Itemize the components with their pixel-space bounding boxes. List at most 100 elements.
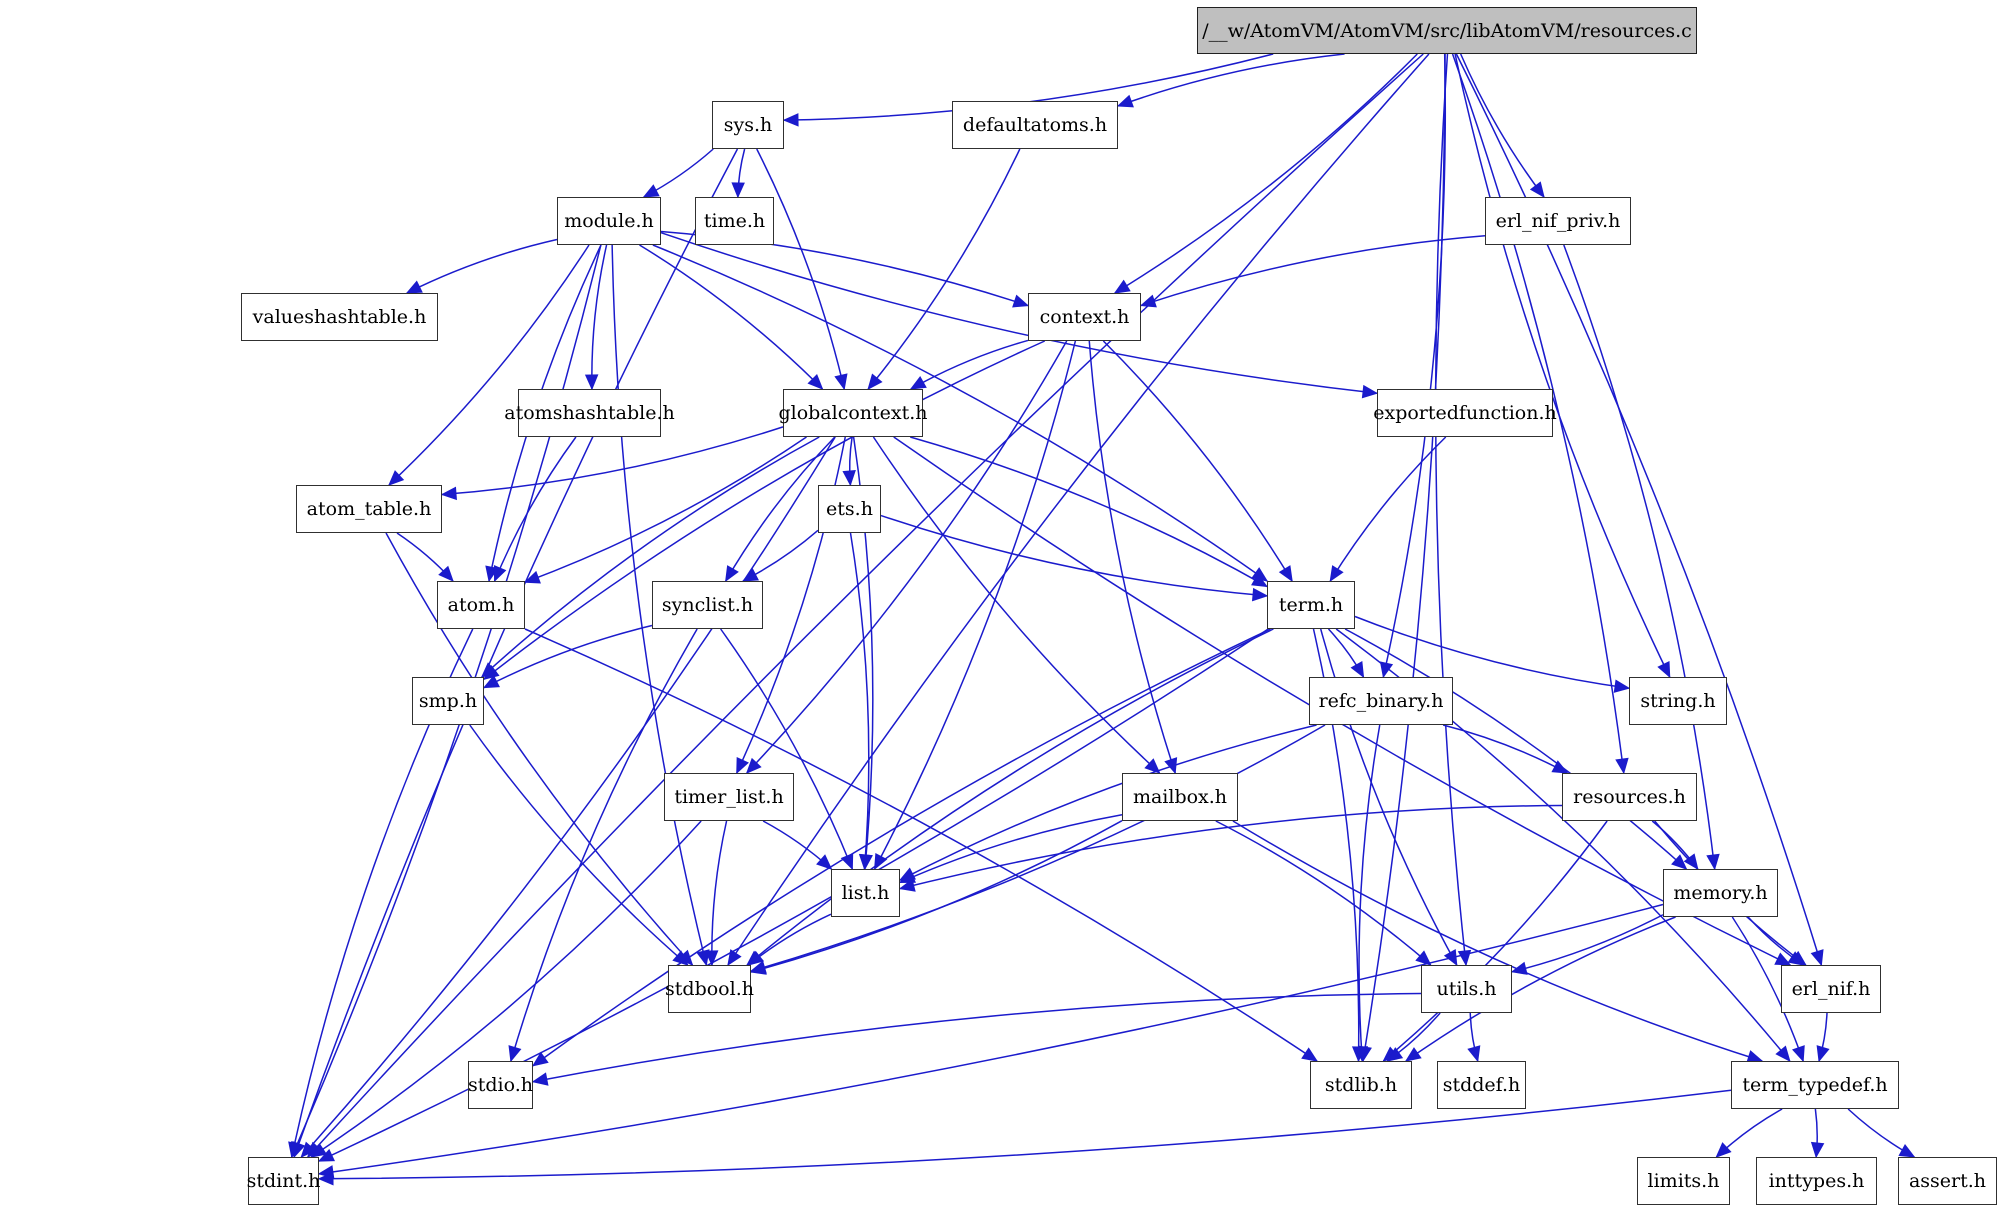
node-defaultatoms-h[interactable]: defaultatoms.h: [952, 101, 1118, 149]
arrowhead-utils_h-to-stddef_h: [1467, 1045, 1481, 1063]
arrowhead-refc_binary_h-to-resources_h: [1551, 760, 1569, 774]
arrowhead-globalcontext_h-to-synclist_h: [725, 565, 739, 583]
node-stdlib-h[interactable]: stdlib.h: [1310, 1061, 1412, 1109]
arrowhead-root-to-context_h: [1113, 279, 1131, 294]
edge-globalcontext_h-to-mailbox_h: [872, 436, 1161, 774]
node-module-h[interactable]: module.h: [557, 197, 661, 245]
arrowhead-globalcontext_h-to-ets_h: [842, 469, 856, 487]
node-atomshashtable-h[interactable]: atomshashtable.h: [504, 389, 675, 437]
node-inttypes-h[interactable]: inttypes.h: [1756, 1157, 1877, 1205]
arrowhead-exportedfunction_h-to-term_h: [1329, 565, 1344, 583]
node-atom-table-h[interactable]: atom_table.h: [296, 485, 442, 533]
arrowhead-root-to-utils_h: [1457, 949, 1472, 967]
arrowhead-erl_nif_priv_h-to-memory_h: [1706, 853, 1720, 871]
edge-refc_binary_h-to-stdlib_h: [1358, 724, 1381, 1062]
include-dependency-graph: /__w/AtomVM/AtomVM/src/libAtomVM/resourc…: [0, 0, 2003, 1211]
arrowhead-root-to-resources_h: [1615, 757, 1629, 775]
node-limits-h[interactable]: limits.h: [1637, 1157, 1730, 1205]
node-exportedfunction-h[interactable]: exportedfunction.h: [1373, 389, 1557, 437]
edge-mailbox_h-to-term_typedef_h: [1232, 820, 1763, 1062]
node-timer-list-h[interactable]: timer_list.h: [664, 773, 794, 821]
arrowhead-memory_h-to-utils_h: [1510, 961, 1528, 975]
edge-root-to-context_h: [1114, 53, 1418, 294]
node-context-h[interactable]: context.h: [1028, 293, 1141, 341]
arrowhead-term_h-to-term_typedef_h: [1775, 1045, 1791, 1062]
arrowhead-utils_h-to-stdio_h: [531, 1072, 549, 1086]
arrowhead-globalcontext_h-to-timer_list_h: [736, 757, 749, 775]
arrowhead-sys_h-to-time_h: [731, 182, 745, 199]
edge-module_h-to-atom_table_h: [388, 244, 590, 486]
edge-resources_h-to-stdlib_h: [1382, 820, 1608, 1062]
edge-atom_table_h-to-stdbool_h: [385, 532, 694, 966]
node-sys-h[interactable]: sys.h: [712, 101, 784, 149]
arrowhead-erl_nif_priv_h-to-context_h: [1139, 294, 1157, 308]
node-term-typedef-h[interactable]: term_typedef.h: [1731, 1061, 1899, 1109]
arrowhead-module_h-to-atomshashtable_h: [584, 374, 599, 391]
edge-module_h-to-globalcontext_h: [639, 244, 824, 390]
edge-mailbox_h-to-utils_h: [1215, 820, 1432, 966]
node-time-h[interactable]: time.h: [695, 197, 774, 245]
arrowhead-synclist_h-to-stdio_h: [508, 1045, 522, 1063]
arrowhead-ets_h-to-term_h: [1251, 587, 1269, 602]
edge-module_h-to-exportedfunction_h: [660, 231, 1378, 395]
node-erl-nif-h[interactable]: erl_nif.h: [1781, 965, 1881, 1013]
arrowhead-ets_h-to-list_h: [858, 854, 873, 871]
arrowhead-module_h-to-exportedfunction_h: [1361, 384, 1379, 399]
node-mailbox-h[interactable]: mailbox.h: [1122, 773, 1238, 821]
node-stddef-h[interactable]: stddef.h: [1437, 1061, 1526, 1109]
arrowhead-term_h-to-stdio_h: [531, 1051, 549, 1067]
node-stdbool-h[interactable]: stdbool.h: [665, 965, 754, 1013]
arrowhead-globalcontext_h-to-atom_table_h: [440, 486, 457, 501]
arrowhead-context_h-to-globalcontext_h: [909, 375, 927, 390]
arrowhead-globalcontext_h-to-erl_nif_h: [1774, 952, 1792, 966]
node-valueshashtable-h[interactable]: valueshashtable.h: [241, 293, 438, 341]
edge-synclist_h-to-smp_h: [483, 624, 653, 689]
node-smp-h[interactable]: smp.h: [412, 677, 484, 725]
arrowhead-term_h-to-string_h: [1613, 679, 1631, 693]
edge-synclist_h-to-list_h: [720, 628, 854, 870]
arrowhead-root-to-erl_nif_h: [1810, 949, 1824, 967]
node-refc-binary-h[interactable]: refc_binary.h: [1309, 677, 1453, 725]
node-term-h[interactable]: term.h: [1267, 581, 1355, 629]
arrowhead-root-to-string_h: [1657, 661, 1671, 679]
node-ets-h[interactable]: ets.h: [818, 485, 881, 533]
arrowhead-memory_h-to-term_typedef_h: [1792, 1045, 1805, 1063]
edge-globalcontext_h-to-atom_h: [524, 436, 807, 583]
edge-layer: [288, 53, 1916, 1186]
arrowhead-atom_h-to-stdlib_h: [1301, 1047, 1319, 1062]
edge-erl_nif_priv_h-to-context_h: [1140, 235, 1486, 307]
node-atom-h[interactable]: atom.h: [437, 581, 525, 629]
node-erl-nif-priv-h[interactable]: erl_nif_priv.h: [1485, 197, 1631, 245]
arrowhead-root-to-erl_nif_priv_h: [1529, 181, 1545, 199]
edge-context_h-to-globalcontext_h: [910, 339, 1029, 390]
arrowhead-module_h-to-valueshashtable_h: [405, 280, 423, 294]
edge-defaultatoms_h-to-globalcontext_h: [867, 148, 1021, 390]
edge-mailbox_h-to-stdbool_h: [750, 820, 1123, 973]
node-synclist-h[interactable]: synclist.h: [652, 581, 763, 629]
node-utils-h[interactable]: utils.h: [1421, 965, 1512, 1013]
node-memory-h[interactable]: memory.h: [1663, 869, 1778, 917]
edge-memory_h-to-stdint_h: [318, 903, 1664, 1175]
arrowhead-mailbox_h-to-stdbool_h: [749, 961, 767, 975]
node-string-h[interactable]: string.h: [1629, 677, 1727, 725]
edge-root-to-utils_h: [1434, 53, 1467, 966]
edge-globalcontext_h-to-smp_h: [481, 436, 820, 678]
node-stdio-h[interactable]: stdio.h: [468, 1061, 533, 1109]
edge-module_h-to-valueshashtable_h: [406, 238, 558, 294]
arrowhead-context_h-to-term_h: [1278, 565, 1293, 583]
arrowhead-defaultatoms_h-to-globalcontext_h: [867, 373, 883, 390]
node-globalcontext-h[interactable]: globalcontext.h: [778, 389, 928, 437]
arrowhead-term_h-to-refc_binary_h: [1350, 661, 1365, 679]
arrowhead-atomshashtable_h-to-atom_h: [493, 565, 507, 583]
arrowhead-root-to-sys_h: [782, 113, 799, 127]
node-stdint-h[interactable]: stdint.h: [247, 1157, 320, 1205]
edge-timer_list_h-to-stdbool_h: [711, 820, 728, 966]
node-list-h[interactable]: list.h: [831, 869, 900, 917]
node-root-resources-c[interactable]: /__w/AtomVM/AtomVM/src/libAtomVM/resourc…: [1197, 7, 1697, 54]
arrowhead-erl_nif_h-to-term_typedef_h: [1816, 1045, 1830, 1063]
node-assert-h[interactable]: assert.h: [1898, 1157, 1997, 1205]
edge-module_h-to-atomshashtable_h: [591, 244, 608, 390]
arrowhead-sys_h-to-globalcontext_h: [834, 373, 848, 391]
arrowhead-root-to-stdbool_h: [727, 949, 742, 967]
node-resources-h[interactable]: resources.h: [1562, 773, 1697, 821]
